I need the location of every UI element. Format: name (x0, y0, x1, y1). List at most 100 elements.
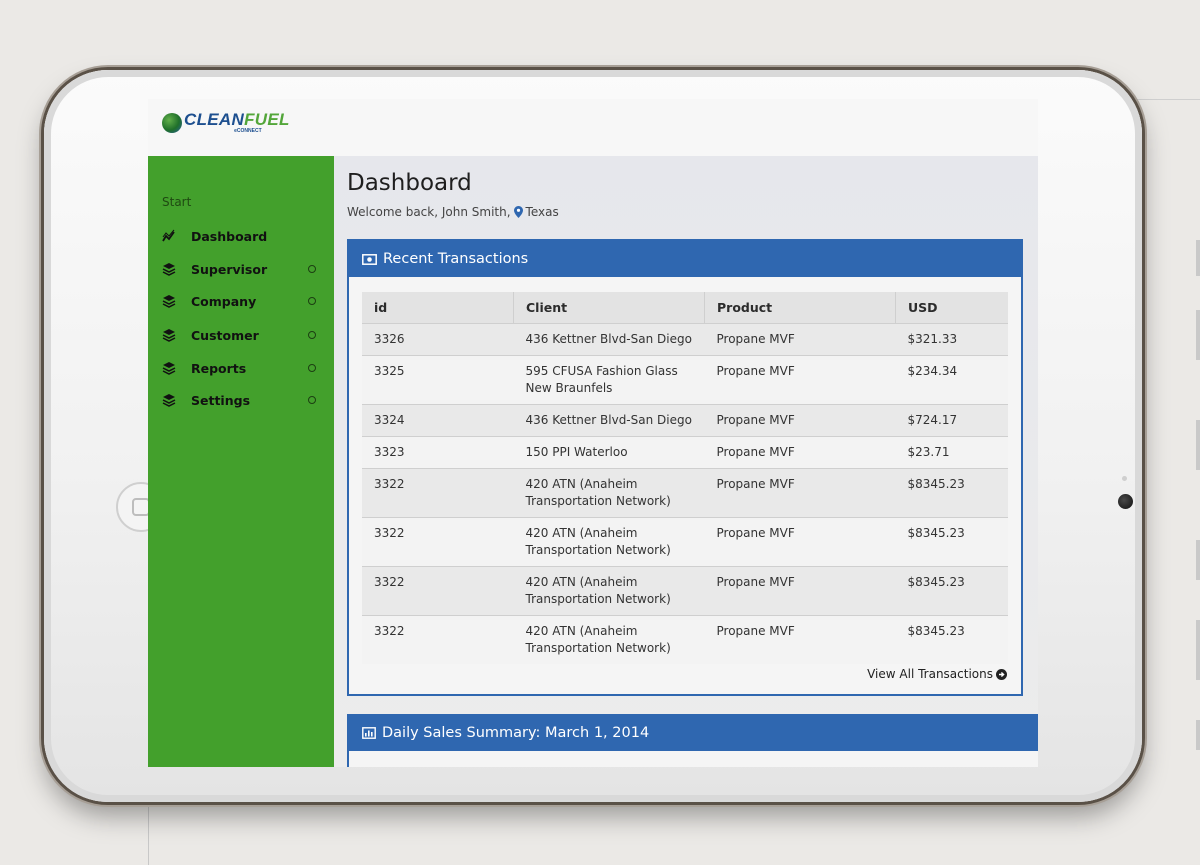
cell-product: Propane MVF (704, 404, 896, 437)
top-bar: CLEANFUEL eCONNECT (148, 99, 1038, 157)
layers-icon (162, 362, 176, 375)
background-mark (1196, 310, 1200, 360)
table-header-row: id Client Product USD (362, 292, 1008, 324)
cell-client: 436 Kettner Blvd-San Diego (513, 404, 705, 437)
sidebar-item-label: Reports (191, 360, 247, 376)
sidebar-item-supervisor[interactable]: Supervisor (162, 258, 324, 280)
sidebar-item-label: Company (191, 293, 257, 309)
sidebar-item-label: Supervisor (191, 261, 268, 277)
table-row[interactable]: 3322 420 ATN (Anaheim Transportation Netw… (362, 566, 1008, 616)
main-content: Dashboard Welcome back, John Smith, Texa… (334, 156, 1038, 767)
client-line: 420 ATN (Anaheim (525, 526, 638, 540)
view-all-transactions-link[interactable]: View All Transactions (867, 667, 1007, 681)
welcome-text: Welcome back, John Smith, (347, 205, 511, 219)
client-line: 420 ATN (Anaheim (525, 575, 638, 589)
client-line: Transportation Network) (525, 543, 671, 557)
cell-id: 3323 (362, 436, 514, 469)
view-all-label: View All Transactions (867, 667, 993, 681)
client-line: New Braunfels (525, 381, 613, 395)
page-title: Dashboard (347, 170, 472, 196)
cell-id: 3322 (362, 566, 514, 616)
sidebar: Start Dashboard Supervisor Company Custo… (148, 156, 334, 767)
cell-product: Propane MVF (704, 436, 896, 469)
sidebar-start-label: Start (162, 195, 192, 209)
table-row[interactable]: 3322 420 ATN (Anaheim Transportation Netw… (362, 468, 1008, 518)
table-row[interactable]: 3323 150 PPI Waterloo Propane MVF $23.71 (362, 436, 1008, 469)
cell-product: Propane MVF (704, 468, 896, 518)
cell-product: Propane MVF (704, 355, 896, 405)
cell-client: 420 ATN (Anaheim Transportation Network) (513, 468, 705, 518)
logo[interactable]: CLEANFUEL eCONNECT (162, 111, 290, 134)
cell-id: 3324 (362, 404, 514, 437)
cell-usd: $724.17 (895, 404, 1008, 437)
table-row[interactable]: 3322 420 ATN (Anaheim Transportation Netw… (362, 517, 1008, 567)
client-line: 436 Kettner Blvd-San Diego (525, 413, 692, 427)
recent-transactions-panel: Recent Transactions id Client Product US… (347, 239, 1023, 696)
expand-indicator-icon (308, 265, 316, 273)
table-row[interactable]: 3325 595 CFUSA Fashion Glass New Braunfel… (362, 355, 1008, 405)
cell-product: Propane MVF (704, 615, 896, 664)
cell-usd: $234.34 (895, 355, 1008, 405)
column-header-usd[interactable]: USD (895, 292, 1008, 324)
cell-usd: $23.71 (895, 436, 1008, 469)
client-line: 436 Kettner Blvd-San Diego (525, 332, 692, 346)
cell-product: Propane MVF (704, 323, 896, 356)
cell-product: Propane MVF (704, 517, 896, 567)
layers-icon (162, 295, 176, 308)
client-line: Transportation Network) (525, 641, 671, 655)
cell-usd: $8345.23 (895, 517, 1008, 567)
cell-usd: $8345.23 (895, 615, 1008, 664)
cell-usd: $8345.23 (895, 566, 1008, 616)
table-row[interactable]: 3326 436 Kettner Blvd-San Diego Propane … (362, 323, 1008, 356)
cell-id: 3326 (362, 323, 514, 356)
sidebar-item-company[interactable]: Company (162, 290, 324, 312)
cell-id: 3322 (362, 517, 514, 567)
logo-fuel: FUEL (244, 110, 290, 129)
table-row[interactable]: 3322 420 ATN (Anaheim Transportation Netw… (362, 615, 1008, 664)
panel-title: Daily Sales Summary: March 1, 2014 (382, 724, 650, 741)
map-marker-icon (513, 206, 523, 218)
arrow-circle-right-icon (996, 668, 1007, 680)
cell-usd: $321.33 (895, 323, 1008, 356)
expand-indicator-icon (308, 331, 316, 339)
column-header-id[interactable]: id (362, 292, 514, 324)
daily-sales-panel: Daily Sales Summary: March 1, 2014 (347, 714, 1038, 767)
cell-client: 436 Kettner Blvd-San Diego (513, 323, 705, 356)
layers-icon (162, 394, 176, 407)
logo-text: CLEANFUEL eCONNECT (184, 111, 290, 134)
transactions-table: id Client Product USD 3326 436 Kettner B… (362, 292, 1008, 664)
chart-line-icon (162, 229, 175, 242)
logo-subtitle: eCONNECT (234, 128, 262, 134)
cell-usd: $8345.23 (895, 468, 1008, 518)
sidebar-item-label: Customer (191, 327, 259, 343)
background-mark (1196, 720, 1200, 750)
panel-header: Daily Sales Summary: March 1, 2014 (349, 714, 1038, 751)
bar-chart-icon (362, 726, 376, 739)
client-line: Transportation Network) (525, 494, 671, 508)
camera-lens (1118, 494, 1133, 509)
logo-clean: CLEAN (184, 110, 245, 129)
cell-id: 3322 (362, 468, 514, 518)
sidebar-item-customer[interactable]: Customer (162, 324, 324, 346)
cell-client: 420 ATN (Anaheim Transportation Network) (513, 517, 705, 567)
table-row[interactable]: 3324 436 Kettner Blvd-San Diego Propane … (362, 404, 1008, 437)
cell-id: 3325 (362, 355, 514, 405)
client-line: 595 CFUSA Fashion Glass (525, 364, 678, 378)
sidebar-item-settings[interactable]: Settings (162, 389, 324, 411)
sidebar-item-dashboard[interactable]: Dashboard (162, 225, 324, 247)
money-icon (362, 253, 377, 265)
light-sensor (1122, 476, 1127, 481)
sidebar-item-reports[interactable]: Reports (162, 357, 324, 379)
column-header-client[interactable]: Client (513, 292, 705, 324)
expand-indicator-icon (308, 396, 316, 404)
expand-indicator-icon (308, 297, 316, 305)
panel-title: Recent Transactions (383, 251, 529, 267)
globe-icon (162, 113, 182, 133)
background-mark (1196, 240, 1200, 276)
cell-client: 595 CFUSA Fashion Glass New Braunfels (513, 355, 705, 405)
column-header-product[interactable]: Product (704, 292, 896, 324)
cell-client: 150 PPI Waterloo (513, 436, 705, 469)
client-line: 420 ATN (Anaheim (525, 624, 638, 638)
sidebar-item-label: Dashboard (191, 228, 268, 244)
expand-indicator-icon (308, 364, 316, 372)
